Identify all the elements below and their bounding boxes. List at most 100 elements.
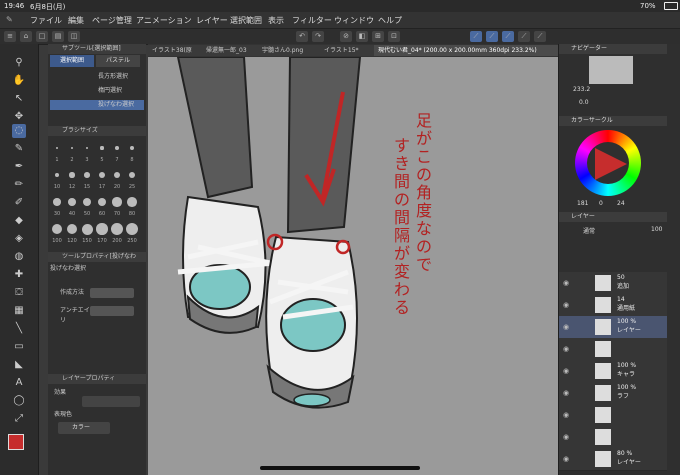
brush-size-option[interactable]: 250 — [125, 219, 139, 245]
gradient-icon[interactable]: ▦ — [12, 304, 26, 318]
perspective-icon[interactable]: ⟋ — [518, 31, 530, 42]
brush-size-option[interactable]: 120 — [65, 219, 79, 245]
brush-icon[interactable]: ✐ — [12, 196, 26, 210]
tab-illustration15[interactable]: イラスト15* — [320, 45, 374, 56]
effect-buttons[interactable] — [82, 396, 140, 407]
blend-mode[interactable]: 通常 — [583, 226, 595, 235]
layer-row[interactable]: ◉ 50 追加 — [559, 272, 667, 295]
eye-icon[interactable]: ◉ — [563, 367, 569, 375]
brush-size-option[interactable]: 5 — [95, 138, 109, 164]
brush-size-option[interactable]: 200 — [110, 219, 124, 245]
pen-icon[interactable]: ✒ — [12, 160, 26, 174]
fill-icon[interactable]: ◧ — [356, 31, 368, 42]
correct-line-icon[interactable]: ⤢ — [12, 412, 26, 426]
layer-row[interactable]: ◉ 100 % レイヤー — [559, 316, 667, 339]
menu-view[interactable]: 表示 — [268, 15, 284, 26]
brush-size-option[interactable]: 150 — [80, 219, 94, 245]
menu-help[interactable]: ヘルプ — [378, 15, 402, 26]
eye-icon[interactable]: ◉ — [563, 433, 569, 441]
operation-icon[interactable]: ↖ — [12, 92, 26, 106]
brush-size-option[interactable]: 100 — [50, 219, 64, 245]
navigator-zoom[interactable]: 233.2 — [573, 86, 590, 93]
home-icon[interactable]: ⌂ — [20, 31, 32, 42]
brush-size-option[interactable]: 60 — [95, 192, 109, 218]
canvas[interactable]: 足がこの角度なので すき間の間隔が変わる — [148, 57, 558, 475]
home-indicator[interactable] — [260, 466, 420, 470]
menu-window[interactable]: ウィンドウ — [334, 15, 374, 26]
eraser-icon[interactable]: ◆ — [12, 214, 26, 228]
snap-grid-icon[interactable]: ⟋ — [502, 31, 514, 42]
tab-illustration38[interactable]: イラスト38(原 — [148, 45, 202, 56]
menu-filter[interactable]: フィルター — [292, 15, 332, 26]
deselect-icon[interactable]: ⊡ — [388, 31, 400, 42]
menu-page[interactable]: ページ管理 — [92, 15, 132, 26]
eye-icon[interactable]: ◉ — [563, 389, 569, 397]
brush-size-option[interactable]: 7 — [110, 138, 124, 164]
layer-row[interactable]: ◉ — [559, 426, 667, 449]
figure-icon[interactable]: ╲ — [12, 322, 26, 336]
save-icon[interactable]: ▤ — [52, 31, 64, 42]
layer-row[interactable]: ◉ — [559, 404, 667, 427]
brush-size-option[interactable]: 50 — [80, 192, 94, 218]
zoom-icon[interactable]: ⚲ — [12, 56, 26, 70]
pencil-icon[interactable]: ✏ — [12, 178, 26, 192]
menu-file[interactable]: ファイル — [30, 15, 62, 26]
layer-row[interactable]: ◉ — [559, 338, 667, 361]
app-icon[interactable]: ✎ — [6, 15, 13, 24]
redo-icon[interactable]: ↷ — [312, 31, 324, 42]
clear-icon[interactable]: ◫ — [68, 31, 80, 42]
brush-size-option[interactable]: 17 — [95, 165, 109, 191]
eye-icon[interactable]: ◉ — [563, 345, 569, 353]
tab-muichiro[interactable]: 帰還無一郎_03 — [202, 45, 258, 56]
eye-icon[interactable]: ◉ — [563, 455, 569, 463]
color-wheel[interactable] — [575, 130, 641, 196]
menu-edit[interactable]: 編集 — [68, 15, 84, 26]
brush-size-option[interactable]: 12 — [65, 165, 79, 191]
subtool-lasso[interactable]: 投げなわ選択 — [50, 100, 144, 110]
brush-size-option[interactable]: 15 — [80, 165, 94, 191]
selection-icon[interactable]: ◌ — [12, 124, 26, 138]
rotate-icon[interactable]: ⟋ — [534, 31, 546, 42]
fill-tool-icon[interactable]: ◍ — [12, 250, 26, 264]
layer-row[interactable]: ◉ 80 % レイヤー — [559, 448, 667, 471]
balloon-icon[interactable]: ◯ — [12, 394, 26, 408]
layer-opacity[interactable]: 100 — [651, 226, 662, 233]
hamburger-icon[interactable]: ≡ — [4, 31, 16, 42]
tab-current-document[interactable]: 現代むい君_04* (200.00 x 200.00mm 360dpi 233.… — [374, 45, 558, 56]
blend-icon[interactable]: ◈ — [12, 232, 26, 246]
eye-icon[interactable]: ◉ — [563, 279, 569, 287]
brush-size-option[interactable]: 25 — [125, 165, 139, 191]
menu-selection[interactable]: 選択範囲 — [230, 15, 262, 26]
move-icon[interactable]: ✋ — [12, 74, 26, 88]
navigator-preview[interactable] — [589, 56, 633, 84]
layer-row[interactable]: ◉ 14 通用紙 — [559, 294, 667, 317]
undo-icon[interactable]: ↶ — [296, 31, 308, 42]
brush-size-option[interactable]: 2 — [65, 138, 79, 164]
decoration-icon[interactable]: ✚ — [12, 268, 26, 282]
brush-size-option[interactable]: 1 — [50, 138, 64, 164]
main-color-swatch[interactable] — [8, 434, 24, 450]
brush-size-option[interactable]: 20 — [110, 165, 124, 191]
brush-size-option[interactable]: 80 — [125, 192, 139, 218]
brush-size-option[interactable]: 8 — [125, 138, 139, 164]
navigator-angle[interactable]: 0.0 — [579, 99, 589, 106]
antialias-options[interactable] — [90, 306, 134, 316]
text-icon[interactable]: A — [12, 376, 26, 390]
snap-special-ruler-icon[interactable]: ⟋ — [486, 31, 498, 42]
tab-uzui[interactable]: 宇髄さん0.png — [258, 45, 320, 56]
brush-size-option[interactable]: 30 — [50, 192, 64, 218]
layer-row[interactable]: ◉ 100 % ラフ — [559, 382, 667, 405]
new-file-icon[interactable]: □ — [36, 31, 48, 42]
snap-ruler-icon[interactable]: ⟋ — [470, 31, 482, 42]
frame-icon[interactable]: ▭ — [12, 340, 26, 354]
snap-off-icon[interactable]: ⊘ — [340, 31, 352, 42]
layer-row[interactable]: ◉ 100 % キャラ — [559, 360, 667, 383]
ruler-icon[interactable]: ◣ — [12, 358, 26, 372]
eye-icon[interactable]: ◉ — [563, 411, 569, 419]
subtool-tab-selection[interactable]: 選択範囲 — [50, 55, 94, 67]
brush-size-option[interactable]: 70 — [110, 192, 124, 218]
subtool-rectangle[interactable]: 長方形選択 — [50, 72, 144, 82]
menu-layer[interactable]: レイヤー — [196, 15, 228, 26]
menu-animation[interactable]: アニメーション — [136, 15, 192, 26]
brush-size-option[interactable]: 170 — [95, 219, 109, 245]
